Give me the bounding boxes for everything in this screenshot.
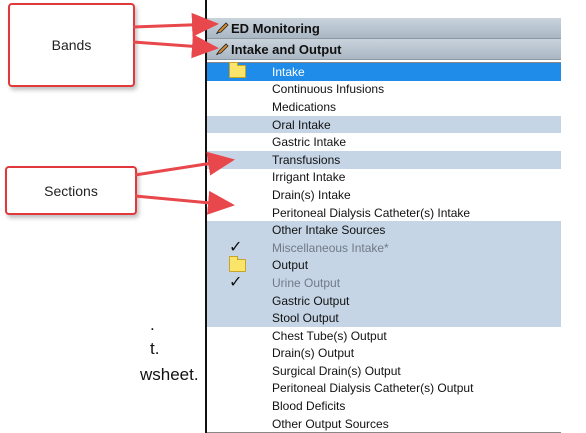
callout-arrows xyxy=(132,12,235,215)
arrow-to-transfusions xyxy=(134,151,235,177)
arrow-to-intake-and-output xyxy=(132,34,219,59)
arrow-to-drain-intake xyxy=(134,190,235,215)
arrow-to-ed-monitoring xyxy=(132,12,219,37)
